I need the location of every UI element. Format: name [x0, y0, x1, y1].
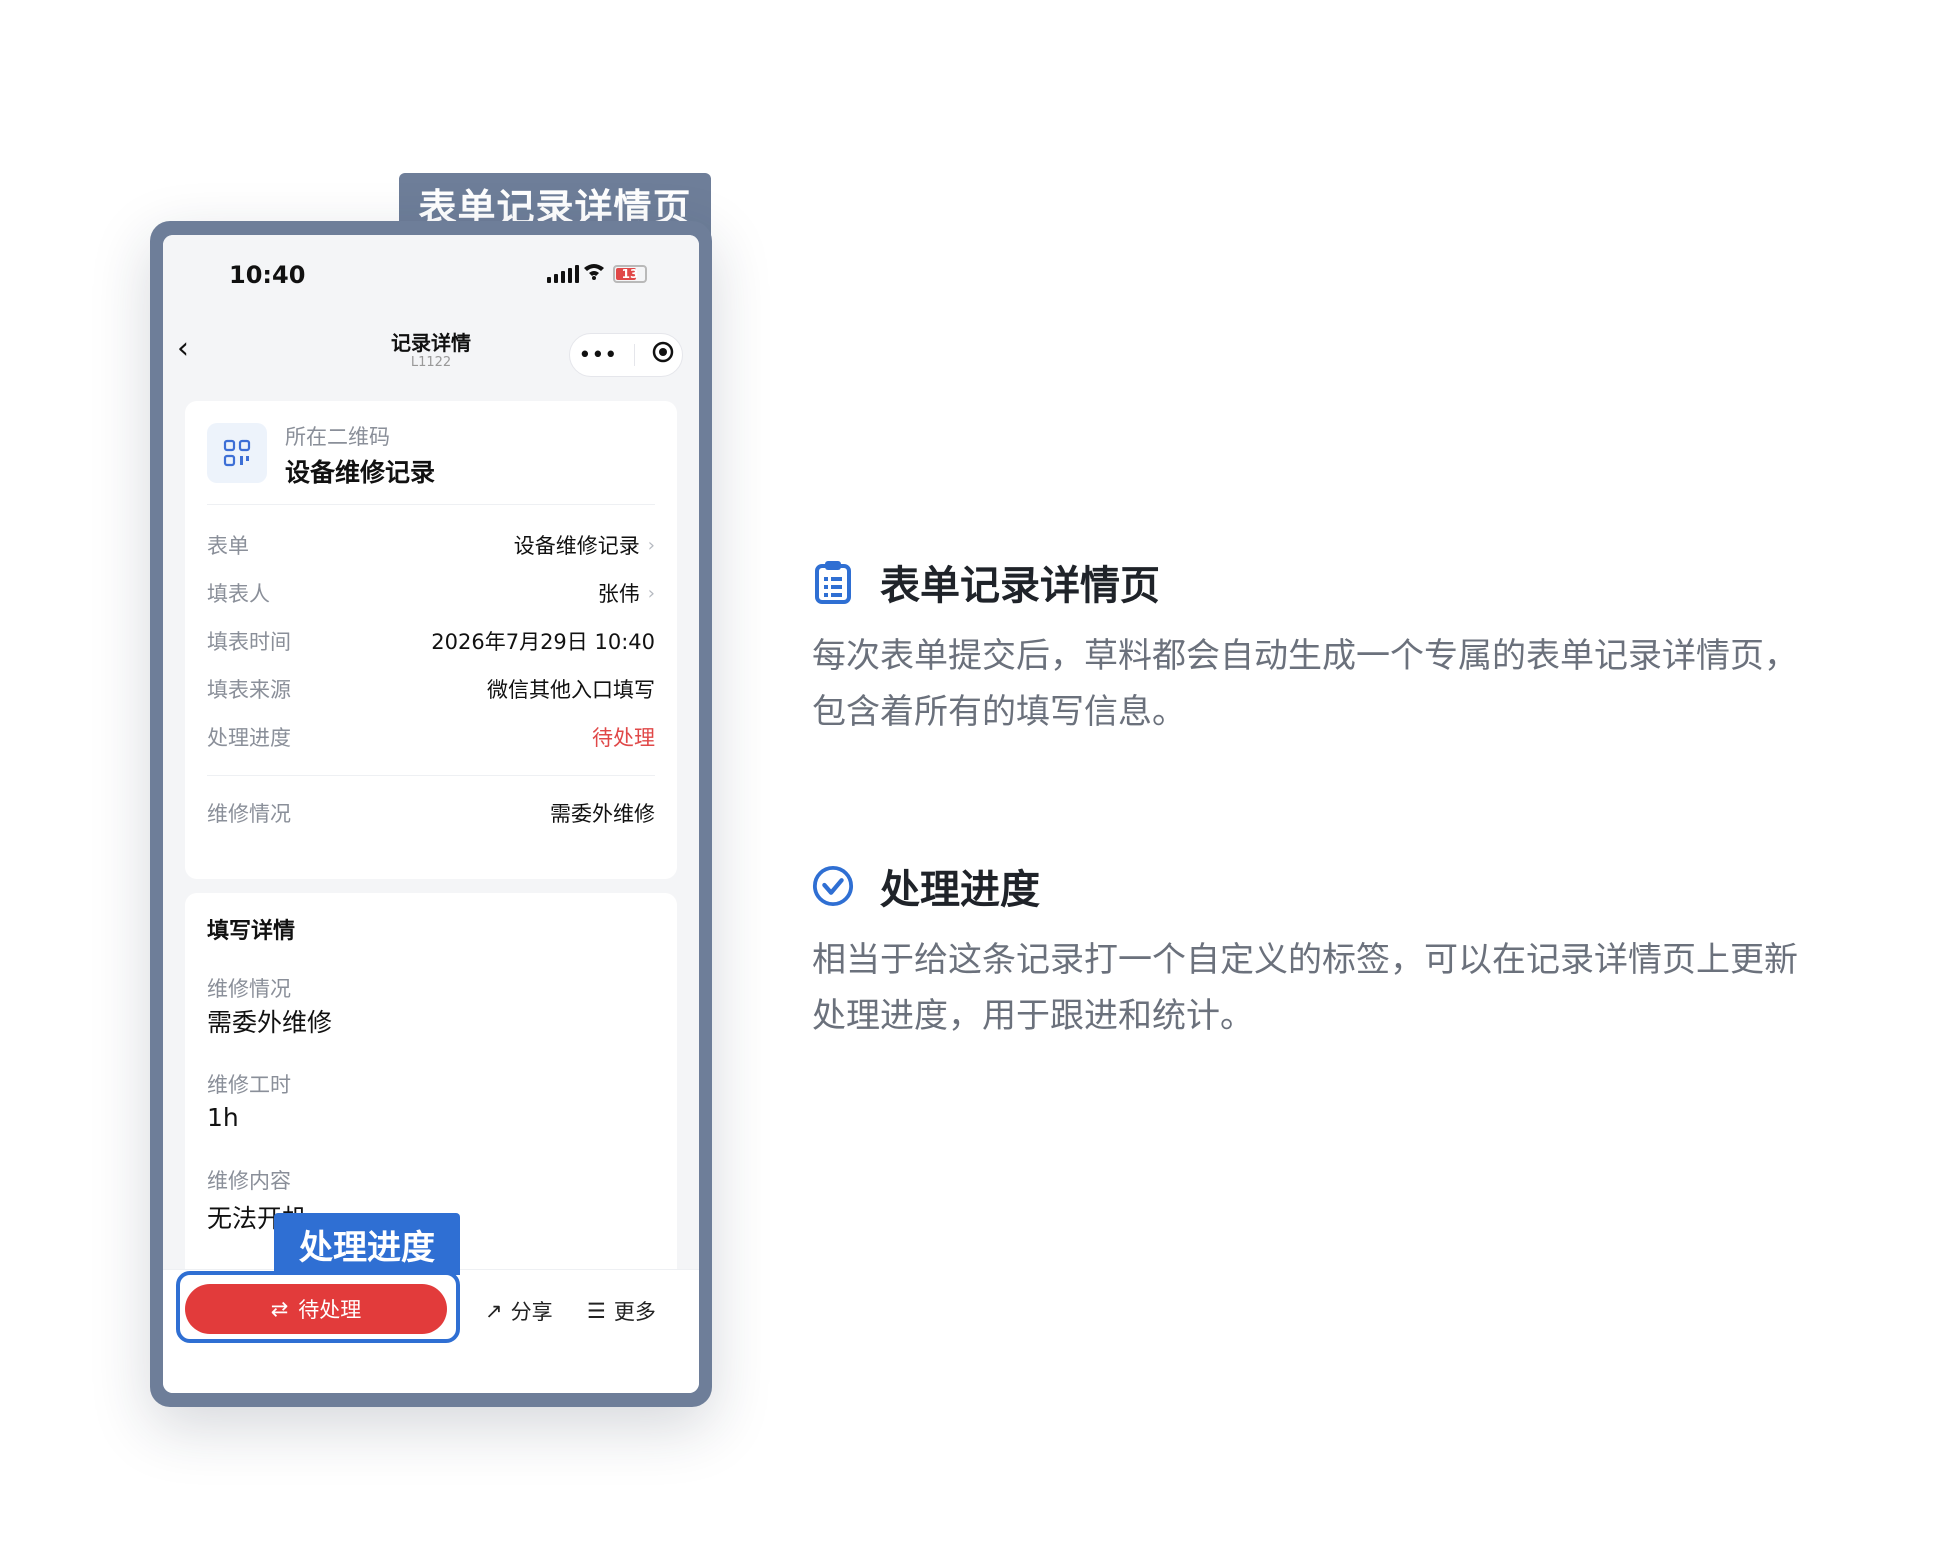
signal-icon: [547, 265, 579, 283]
field-value: 微信其他入口填写: [487, 678, 655, 702]
detail-label: 维修内容: [207, 1169, 291, 1193]
feature-record-detail: 表单记录详情页 每次表单提交后，草料都会自动生成一个专属的表单记录详情页， 包含…: [812, 556, 1872, 740]
field-value-text: 设备维修记录: [513, 534, 640, 558]
share-label: 分享: [510, 1300, 553, 1324]
field-label: 表单: [207, 534, 249, 558]
field-value-text: 张伟: [597, 582, 640, 606]
field-row-repair-status: 维修情况 需委外维修: [207, 793, 655, 833]
divider: [207, 775, 655, 776]
field-row-submitter[interactable]: 填表人 张伟 ›: [207, 573, 655, 613]
detail-value: 1h: [207, 1103, 239, 1132]
feature-title: 表单记录详情页: [880, 563, 1160, 609]
nav-bar: ‹ 记录详情 L1122 •••: [163, 317, 699, 387]
feature-desc-line: 处理进度，用于跟进和统计。: [812, 996, 1254, 1036]
field-value: 需委外维修: [550, 802, 655, 826]
feature-desc-line: 包含着所有的填写信息。: [812, 692, 1186, 732]
battery-icon: 13: [613, 265, 647, 283]
field-label: 填表时间: [207, 630, 291, 654]
chevron-right-icon: ›: [647, 534, 655, 556]
feature-desc-line: 相当于给这条记录打一个自定义的标签，可以在记录详情页上更新: [812, 940, 1798, 980]
more-dots-icon[interactable]: •••: [578, 343, 617, 368]
progress-status-value: 待处理: [592, 726, 655, 750]
status-time: 10:40: [229, 261, 306, 289]
field-label: 维修情况: [207, 802, 291, 826]
field-row-form[interactable]: 表单 设备维修记录 ›: [207, 525, 655, 565]
more-label: 更多: [613, 1300, 656, 1324]
menu-icon: ☰: [587, 1299, 606, 1323]
battery-level: 13: [621, 267, 639, 281]
qrcode-title: 设备维修记录: [285, 458, 436, 487]
share-button[interactable]: ↗ 分享: [485, 1296, 553, 1326]
qrcode-icon: [207, 423, 267, 483]
feature-description: 每次表单提交后，草料都会自动生成一个专属的表单记录详情页， 包含着所有的填写信息…: [812, 628, 1872, 740]
stage: 表单记录详情页 10:40 13 ‹ 记录详情 L1122 ••• 所在二维码 …: [0, 0, 1946, 1559]
check-circle-icon: [812, 863, 854, 909]
detail-label: 维修情况: [207, 977, 291, 1001]
field-value: 张伟 ›: [598, 578, 655, 608]
highlight-tag: 处理进度: [274, 1213, 460, 1275]
target-icon[interactable]: [652, 341, 674, 369]
field-row-time: 填表时间 2026年7月29日 10:40: [207, 621, 655, 661]
clipboard-icon: [812, 559, 854, 605]
field-label: 填表人: [207, 582, 270, 606]
capsule-divider: [633, 344, 635, 366]
more-button[interactable]: ☰ 更多: [587, 1296, 656, 1326]
feature-desc-line: 每次表单提交后，草料都会自动生成一个专属的表单记录详情页，: [812, 636, 1798, 676]
wifi-icon: [583, 261, 605, 286]
field-label: 处理进度: [207, 726, 291, 750]
field-value: 2026年7月29日 10:40: [431, 630, 655, 654]
qrcode-label: 所在二维码: [285, 425, 390, 449]
field-row-progress: 处理进度 待处理: [207, 717, 655, 757]
highlight-box: [176, 1271, 460, 1343]
qrcode-header[interactable]: 所在二维码 设备维修记录: [207, 423, 655, 505]
detail-label: 维修工时: [207, 1073, 291, 1097]
status-bar: 10:40 13: [163, 235, 699, 317]
detail-value: 需委外维修: [207, 1008, 333, 1037]
details-title: 填写详情: [207, 919, 296, 944]
mini-program-capsule: •••: [569, 333, 683, 377]
field-row-source: 填表来源 微信其他入口填写: [207, 669, 655, 709]
feature-title: 处理进度: [880, 867, 1040, 913]
feature-description: 相当于给这条记录打一个自定义的标签，可以在记录详情页上更新 处理进度，用于跟进和…: [812, 932, 1872, 1044]
record-info-card: 所在二维码 设备维修记录 表单 设备维修记录 › 填表人 张伟 › 填表时间 202…: [185, 401, 677, 879]
share-icon: ↗: [485, 1299, 503, 1323]
feature-progress: 处理进度 相当于给这条记录打一个自定义的标签，可以在记录详情页上更新 处理进度，…: [812, 860, 1872, 1044]
chevron-right-icon: ›: [647, 582, 655, 604]
field-value: 设备维修记录 ›: [514, 530, 655, 560]
field-label: 填表来源: [207, 678, 291, 702]
